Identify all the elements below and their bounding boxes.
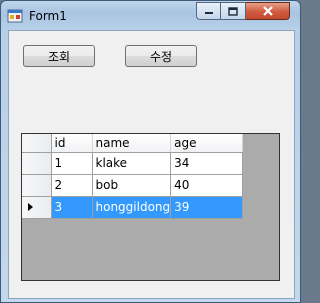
grid-table: id name age 1 klake 34 2 bob 40 3 honggi… (22, 134, 244, 219)
column-header-age[interactable]: age (170, 134, 244, 153)
edit-button[interactable]: 수정 (125, 45, 197, 67)
cell-id[interactable]: 3 (51, 196, 93, 219)
cell-name[interactable]: bob (92, 174, 172, 197)
current-row-arrow-icon (28, 203, 33, 211)
minimize-icon (204, 12, 213, 14)
column-header-name[interactable]: name (92, 134, 172, 153)
cell-name[interactable]: klake (92, 152, 172, 175)
query-button[interactable]: 조회 (23, 45, 95, 67)
close-icon (262, 6, 273, 16)
cell-name[interactable]: honggildong (92, 196, 172, 219)
cell-age[interactable]: 39 (170, 196, 244, 219)
row-header[interactable] (22, 174, 52, 197)
table-row-selected[interactable]: 3 honggildong 39 (22, 196, 244, 219)
row-header[interactable] (22, 152, 52, 175)
data-grid[interactable]: id name age 1 klake 34 2 bob 40 3 honggi… (21, 133, 280, 281)
form1-window: Form1 조회 수정 id name age 1 klake 34 2 bob… (0, 0, 301, 303)
table-row[interactable]: 1 klake 34 (22, 152, 244, 175)
table-row[interactable]: 2 bob 40 (22, 174, 244, 197)
close-button[interactable] (246, 2, 290, 20)
row-header-corner[interactable] (22, 134, 52, 153)
title-bar[interactable]: Form1 (1, 1, 300, 31)
minimize-button[interactable] (196, 2, 221, 20)
form-client-area: 조회 수정 id name age 1 klake 34 2 bob 40 3 … (8, 30, 295, 299)
app-icon (7, 9, 23, 23)
cell-id[interactable]: 2 (51, 174, 93, 197)
cell-id[interactable]: 1 (51, 152, 93, 175)
maximize-button[interactable] (221, 2, 246, 20)
maximize-icon (228, 6, 238, 16)
cell-age[interactable]: 40 (170, 174, 244, 197)
grid-header-row: id name age (22, 134, 244, 153)
cell-age[interactable]: 34 (170, 152, 244, 175)
window-title: Form1 (29, 9, 67, 23)
column-header-id[interactable]: id (51, 134, 93, 153)
row-header[interactable] (22, 196, 52, 219)
